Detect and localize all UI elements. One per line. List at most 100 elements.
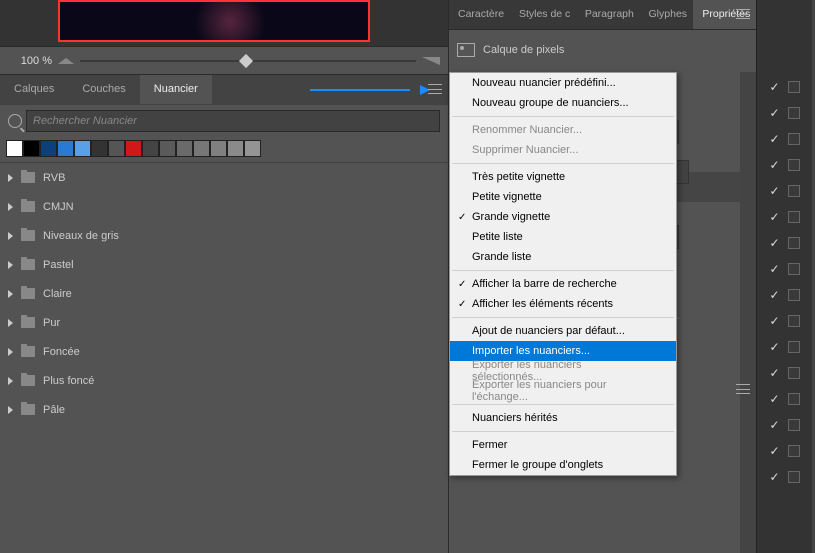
menu-show-search[interactable]: Afficher la barre de recherche xyxy=(450,274,676,294)
menu-close[interactable]: Fermer xyxy=(450,435,676,455)
visibility-row[interactable]: ✓ xyxy=(769,314,799,328)
folder-item[interactable]: Plus foncé xyxy=(0,366,448,395)
menu-add-default[interactable]: Ajout de nuanciers par défaut... xyxy=(450,321,676,341)
visibility-row[interactable]: ✓ xyxy=(769,444,799,458)
check-icon: ✓ xyxy=(769,210,779,224)
swatch[interactable] xyxy=(57,140,74,157)
menu-tiny-thumb[interactable]: Très petite vignette xyxy=(450,167,676,187)
checkbox[interactable] xyxy=(788,341,800,353)
folder-icon xyxy=(21,404,35,415)
swatch[interactable] xyxy=(244,140,261,157)
zoom-value[interactable]: 100 % xyxy=(8,55,52,67)
zoom-slider[interactable] xyxy=(80,53,416,69)
folder-item[interactable]: Pastel xyxy=(0,250,448,279)
checkbox[interactable] xyxy=(788,237,800,249)
checkbox[interactable] xyxy=(788,133,800,145)
visibility-row[interactable]: ✓ xyxy=(769,106,799,120)
folder-icon xyxy=(21,172,35,183)
visibility-row[interactable]: ✓ xyxy=(769,262,799,276)
swatch[interactable] xyxy=(6,140,23,157)
visibility-row[interactable]: ✓ xyxy=(769,210,799,224)
visibility-row[interactable]: ✓ xyxy=(769,80,799,94)
menu-small-list[interactable]: Petite liste xyxy=(450,227,676,247)
checkbox[interactable] xyxy=(788,211,800,223)
tab-paragraph[interactable]: Paragraph xyxy=(576,0,640,29)
search-input[interactable] xyxy=(26,110,440,132)
folder-label: Pur xyxy=(43,317,60,329)
visibility-row[interactable]: ✓ xyxy=(769,158,799,172)
checkbox[interactable] xyxy=(788,471,800,483)
visibility-row[interactable]: ✓ xyxy=(769,470,799,484)
menu-new-preset[interactable]: Nouveau nuancier prédéfini... xyxy=(450,73,676,93)
check-icon: ✓ xyxy=(769,366,779,380)
swatch[interactable] xyxy=(210,140,227,157)
visibility-row[interactable]: ✓ xyxy=(769,340,799,354)
swatch[interactable] xyxy=(40,140,57,157)
checkbox[interactable] xyxy=(788,393,800,405)
visibility-row[interactable]: ✓ xyxy=(769,132,799,146)
tab-couches[interactable]: Couches xyxy=(68,75,139,104)
check-icon: ✓ xyxy=(769,470,779,484)
tab-caractere[interactable]: Caractère xyxy=(449,0,510,29)
folder-item[interactable]: RVB xyxy=(0,163,448,192)
folder-item[interactable]: Pur xyxy=(0,308,448,337)
tab-styles[interactable]: Styles de c xyxy=(510,0,576,29)
swatch[interactable] xyxy=(142,140,159,157)
tab-glyphes[interactable]: Glyphes xyxy=(640,0,694,29)
tab-nuancier[interactable]: Nuancier xyxy=(140,75,212,104)
checkbox[interactable] xyxy=(788,419,800,431)
menu-new-group[interactable]: Nouveau groupe de nuanciers... xyxy=(450,93,676,113)
tab-calques[interactable]: Calques xyxy=(0,75,68,104)
folder-item[interactable]: Niveaux de gris xyxy=(0,221,448,250)
swatch[interactable] xyxy=(193,140,210,157)
menu-small-thumb[interactable]: Petite vignette xyxy=(450,187,676,207)
scrollbar[interactable] xyxy=(740,72,756,553)
swatch[interactable] xyxy=(91,140,108,157)
menu-import[interactable]: Importer les nuanciers... xyxy=(450,341,676,361)
folder-item[interactable]: Foncée xyxy=(0,337,448,366)
checkbox[interactable] xyxy=(788,445,800,457)
visibility-row[interactable]: ✓ xyxy=(769,418,799,432)
visibility-row[interactable]: ✓ xyxy=(769,236,799,250)
swatch[interactable] xyxy=(108,140,125,157)
checkbox[interactable] xyxy=(788,159,800,171)
folder-icon xyxy=(21,230,35,241)
menu-show-recent[interactable]: Afficher les éléments récents xyxy=(450,294,676,314)
folder-icon xyxy=(21,201,35,212)
swatch[interactable] xyxy=(159,140,176,157)
folder-icon xyxy=(21,317,35,328)
visibility-row[interactable]: ✓ xyxy=(769,366,799,380)
checkbox[interactable] xyxy=(788,185,800,197)
checkbox[interactable] xyxy=(788,315,800,327)
folder-item[interactable]: Claire xyxy=(0,279,448,308)
folder-item[interactable]: Pâle xyxy=(0,395,448,424)
panel-menu-icon[interactable] xyxy=(428,84,442,94)
zoom-max-icon[interactable] xyxy=(422,57,440,65)
menu-large-thumb[interactable]: Grande vignette xyxy=(450,207,676,227)
swatch[interactable] xyxy=(176,140,193,157)
folder-label: CMJN xyxy=(43,201,74,213)
menu-large-list[interactable]: Grande liste xyxy=(450,247,676,267)
menu-close-group[interactable]: Fermer le groupe d'onglets xyxy=(450,455,676,475)
history-panel-menu-icon[interactable] xyxy=(736,384,750,394)
visibility-row[interactable]: ✓ xyxy=(769,288,799,302)
right-panel-menu-icon[interactable] xyxy=(736,9,750,19)
checkbox[interactable] xyxy=(788,263,800,275)
check-icon: ✓ xyxy=(769,184,779,198)
canvas-thumbnail[interactable] xyxy=(58,0,370,42)
visibility-row[interactable]: ✓ xyxy=(769,184,799,198)
checkbox[interactable] xyxy=(788,81,800,93)
checkbox[interactable] xyxy=(788,107,800,119)
checkbox[interactable] xyxy=(788,289,800,301)
swatch[interactable] xyxy=(125,140,142,157)
folder-label: Claire xyxy=(43,288,72,300)
zoom-handle[interactable] xyxy=(239,53,253,67)
visibility-row[interactable]: ✓ xyxy=(769,392,799,406)
swatch[interactable] xyxy=(23,140,40,157)
swatch[interactable] xyxy=(227,140,244,157)
checkbox[interactable] xyxy=(788,367,800,379)
swatch[interactable] xyxy=(74,140,91,157)
folder-item[interactable]: CMJN xyxy=(0,192,448,221)
zoom-min-icon[interactable] xyxy=(58,58,74,64)
menu-legacy[interactable]: Nuanciers hérités xyxy=(450,408,676,428)
